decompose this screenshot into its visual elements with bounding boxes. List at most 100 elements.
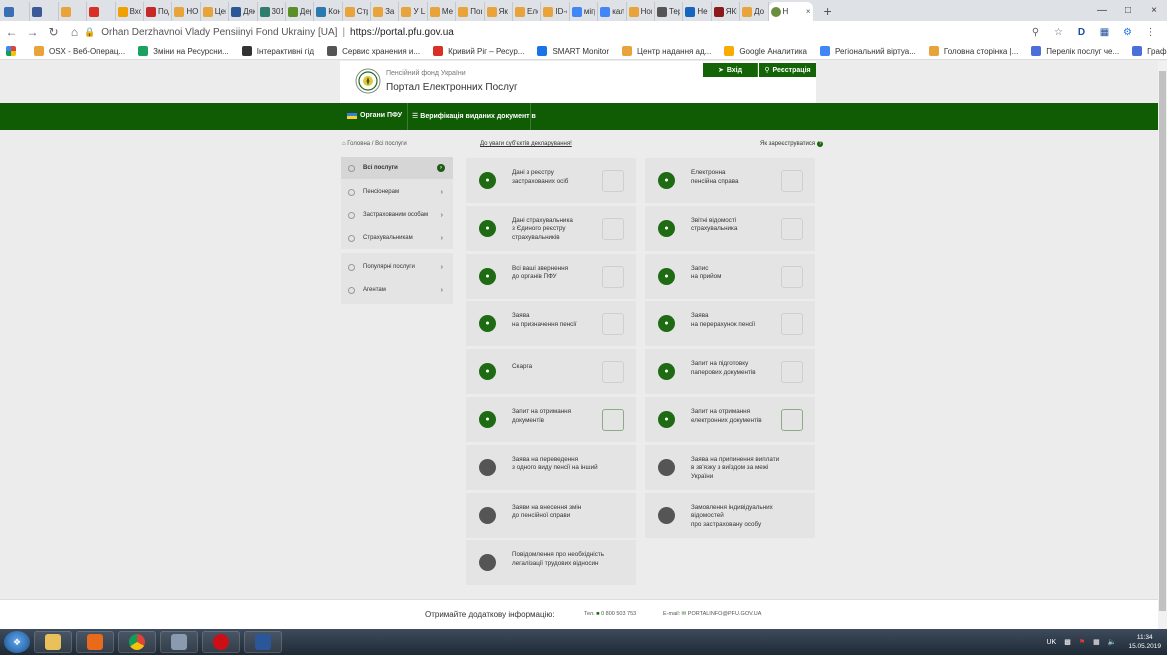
browser-tab[interactable] — [30, 2, 59, 21]
portal-title[interactable]: Портал Електронних Послуг — [386, 82, 518, 93]
browser-tab[interactable]: За 2 — [371, 2, 400, 21]
service-card[interactable]: Заява на припинення виплати в зв'язку з в… — [645, 444, 815, 490]
service-card[interactable]: ● Всі ваші звернення до органів ПФУ — [466, 253, 636, 299]
browser-tab[interactable]: калі — [598, 2, 627, 21]
apps-icon[interactable] — [6, 46, 21, 56]
extension-icon[interactable]: D — [1073, 24, 1090, 41]
flag-icon[interactable]: ⚑ — [1079, 638, 1085, 646]
menu-icon[interactable]: ⋮ — [1142, 24, 1159, 41]
browser-tab[interactable]: ЯКИ — [712, 2, 741, 21]
footer-phone[interactable]: Тел. ■ 0 800 503 753 — [584, 611, 636, 617]
sidebar-item[interactable]: Страхувальникам › — [341, 227, 453, 249]
service-card[interactable]: ● Дані страхувальника з Єдиного реєстру стр… — [466, 205, 636, 251]
network-icon[interactable]: ▦ — [1093, 638, 1100, 646]
service-card[interactable]: ● Електронна пенсійна справа — [645, 158, 815, 203]
service-card[interactable]: Заяви на внесення змін до пенсійної справ… — [466, 492, 636, 538]
clock[interactable]: 11:34 15.05.2019 — [1128, 633, 1161, 651]
browser-tab[interactable]: Елен — [513, 2, 542, 21]
bookmark-item[interactable]: Сервис хранения и... — [327, 46, 420, 56]
sidebar-item[interactable]: Пенсіонерам › — [341, 181, 453, 203]
service-card[interactable]: ● Запит на отримання електронних документі… — [645, 397, 815, 442]
browser-tab[interactable]: До М — [740, 2, 769, 21]
browser-tab[interactable]: Як з — [485, 2, 514, 21]
browser-tab[interactable]: мігр — [570, 2, 599, 21]
browser-tab[interactable]: Цент — [201, 2, 230, 21]
browser-tab[interactable]: Пош — [456, 2, 485, 21]
taskbar-opera[interactable] — [202, 631, 240, 653]
page-scrollbar[interactable] — [1158, 61, 1167, 629]
service-card[interactable]: Заява на переведення з одного виду пенсії… — [466, 444, 636, 490]
extension-icon[interactable]: ⚙ — [1119, 24, 1136, 41]
home-icon[interactable]: ⌂ — [65, 23, 84, 42]
language-indicator[interactable]: UK — [1046, 639, 1056, 646]
taskbar-word[interactable] — [244, 631, 282, 653]
sidebar-item[interactable]: Всі послуги › — [341, 157, 453, 179]
close-tab-icon[interactable]: × — [806, 7, 811, 16]
browser-tab[interactable]: ID-с — [541, 2, 570, 21]
footer-email[interactable]: E-mail: ✉ PORTALINFO@PFU.GOV.UA — [663, 611, 761, 617]
back-arrow-icon[interactable]: ← — [2, 23, 21, 42]
zoom-icon[interactable]: ⚲ — [1027, 24, 1044, 41]
taskbar-chrome[interactable] — [118, 631, 156, 653]
sidebar-item[interactable]: Агентам › — [341, 279, 453, 301]
bookmark-item[interactable]: Зміни на Ресурсни... — [138, 46, 229, 56]
bookmark-item[interactable]: Головна сторінка |... — [928, 46, 1018, 56]
keyboard-icon[interactable]: ▩ — [1064, 638, 1071, 646]
service-card[interactable]: ● Скарга — [466, 349, 636, 395]
service-card[interactable]: ● Заява на перерахунок пенсії — [645, 301, 815, 347]
bookmark-item[interactable]: Перелік послуг че... — [1031, 46, 1119, 56]
browser-tab[interactable]: Дер — [286, 2, 315, 21]
minimize-button[interactable]: — — [1089, 0, 1115, 21]
taskbar-explorer[interactable] — [34, 631, 72, 653]
login-button[interactable]: ➤ Вхід — [703, 63, 758, 77]
how-to-register-link[interactable]: Як зареєструватися ? — [760, 141, 824, 147]
sidebar-item[interactable]: Популярні послуги › — [341, 256, 453, 278]
star-icon[interactable]: ☆ — [1050, 24, 1067, 41]
scrollbar-thumb[interactable] — [1159, 71, 1166, 611]
nav-verify-documents[interactable]: ☰ Верифікація виданих документів — [412, 112, 536, 121]
browser-tab[interactable]: НОВ — [172, 2, 201, 21]
browser-tab[interactable] — [2, 2, 31, 21]
bookmark-item[interactable]: Регіональний віртуа... — [819, 46, 916, 56]
browser-tab[interactable]: Дяк — [229, 2, 258, 21]
bookmark-item[interactable]: Кривий Ріг – Ресур... — [433, 46, 524, 56]
service-card[interactable]: ● Запит на підготовку паперових документів — [645, 349, 815, 395]
browser-tab[interactable]: 3019 — [258, 2, 286, 21]
close-window-button[interactable]: × — [1141, 0, 1167, 21]
browser-tab[interactable]: Нов — [627, 2, 655, 21]
bookmark-item[interactable]: Інтерактивні гід — [241, 46, 314, 56]
browser-tab[interactable]: Не з — [683, 2, 712, 21]
service-card[interactable]: ● Дані з реєстру застрахованих осіб — [466, 158, 636, 203]
start-button[interactable]: ❖ — [4, 631, 30, 653]
browser-tab[interactable]: Вход — [116, 2, 144, 21]
sidebar-item[interactable]: Застрахованим особам › — [341, 204, 453, 226]
volume-icon[interactable]: 🔈 — [1108, 638, 1117, 646]
nav-pfu-bodies[interactable]: Органи ПФУ — [347, 112, 402, 119]
service-card[interactable]: ● Звітні відомості страхувальника — [645, 205, 815, 251]
new-tab-button[interactable]: + — [819, 2, 837, 20]
taskbar-app[interactable] — [160, 631, 198, 653]
browser-tab[interactable]: Кон — [314, 2, 343, 21]
bookmark-item[interactable]: OSX - Веб-Операц... — [34, 46, 125, 56]
breadcrumb-text[interactable]: Головна / Всі послуги — [347, 141, 406, 147]
service-card[interactable]: ● Запит на отримання документів — [466, 397, 636, 442]
maximize-button[interactable]: □ — [1115, 0, 1141, 21]
forward-arrow-icon[interactable]: → — [23, 23, 42, 42]
browser-tab[interactable]: Мер — [428, 2, 457, 21]
url-field[interactable]: 🔒 Orhan Derzhavnoi Vlady Pensiinyi Fond … — [84, 23, 1044, 41]
browser-tab[interactable]: У Цо — [399, 2, 428, 21]
browser-tab[interactable]: Тер — [655, 2, 684, 21]
bookmark-item[interactable]: Графік роботи у Ц... — [1132, 46, 1167, 56]
register-button[interactable]: ⚲ Реєстрація — [759, 63, 816, 77]
browser-tab[interactable] — [87, 2, 116, 21]
browser-tab-active[interactable]: Н × — [768, 2, 813, 21]
reload-icon[interactable]: ↻ — [44, 23, 63, 42]
service-card[interactable]: ● Заява на призначення пенсії — [466, 301, 636, 347]
browser-tab[interactable] — [59, 2, 88, 21]
service-card[interactable]: ● Запис на прийом — [645, 253, 815, 299]
service-card[interactable]: Замовлення індивідуальних відомостей про … — [645, 492, 815, 538]
bookmark-item[interactable]: Google Аналитика — [724, 46, 807, 56]
declaration-notice-link[interactable]: До уваги суб'єктів декларування! — [480, 141, 572, 147]
extension-icon[interactable]: ▦ — [1096, 24, 1113, 41]
taskbar-media[interactable] — [76, 631, 114, 653]
